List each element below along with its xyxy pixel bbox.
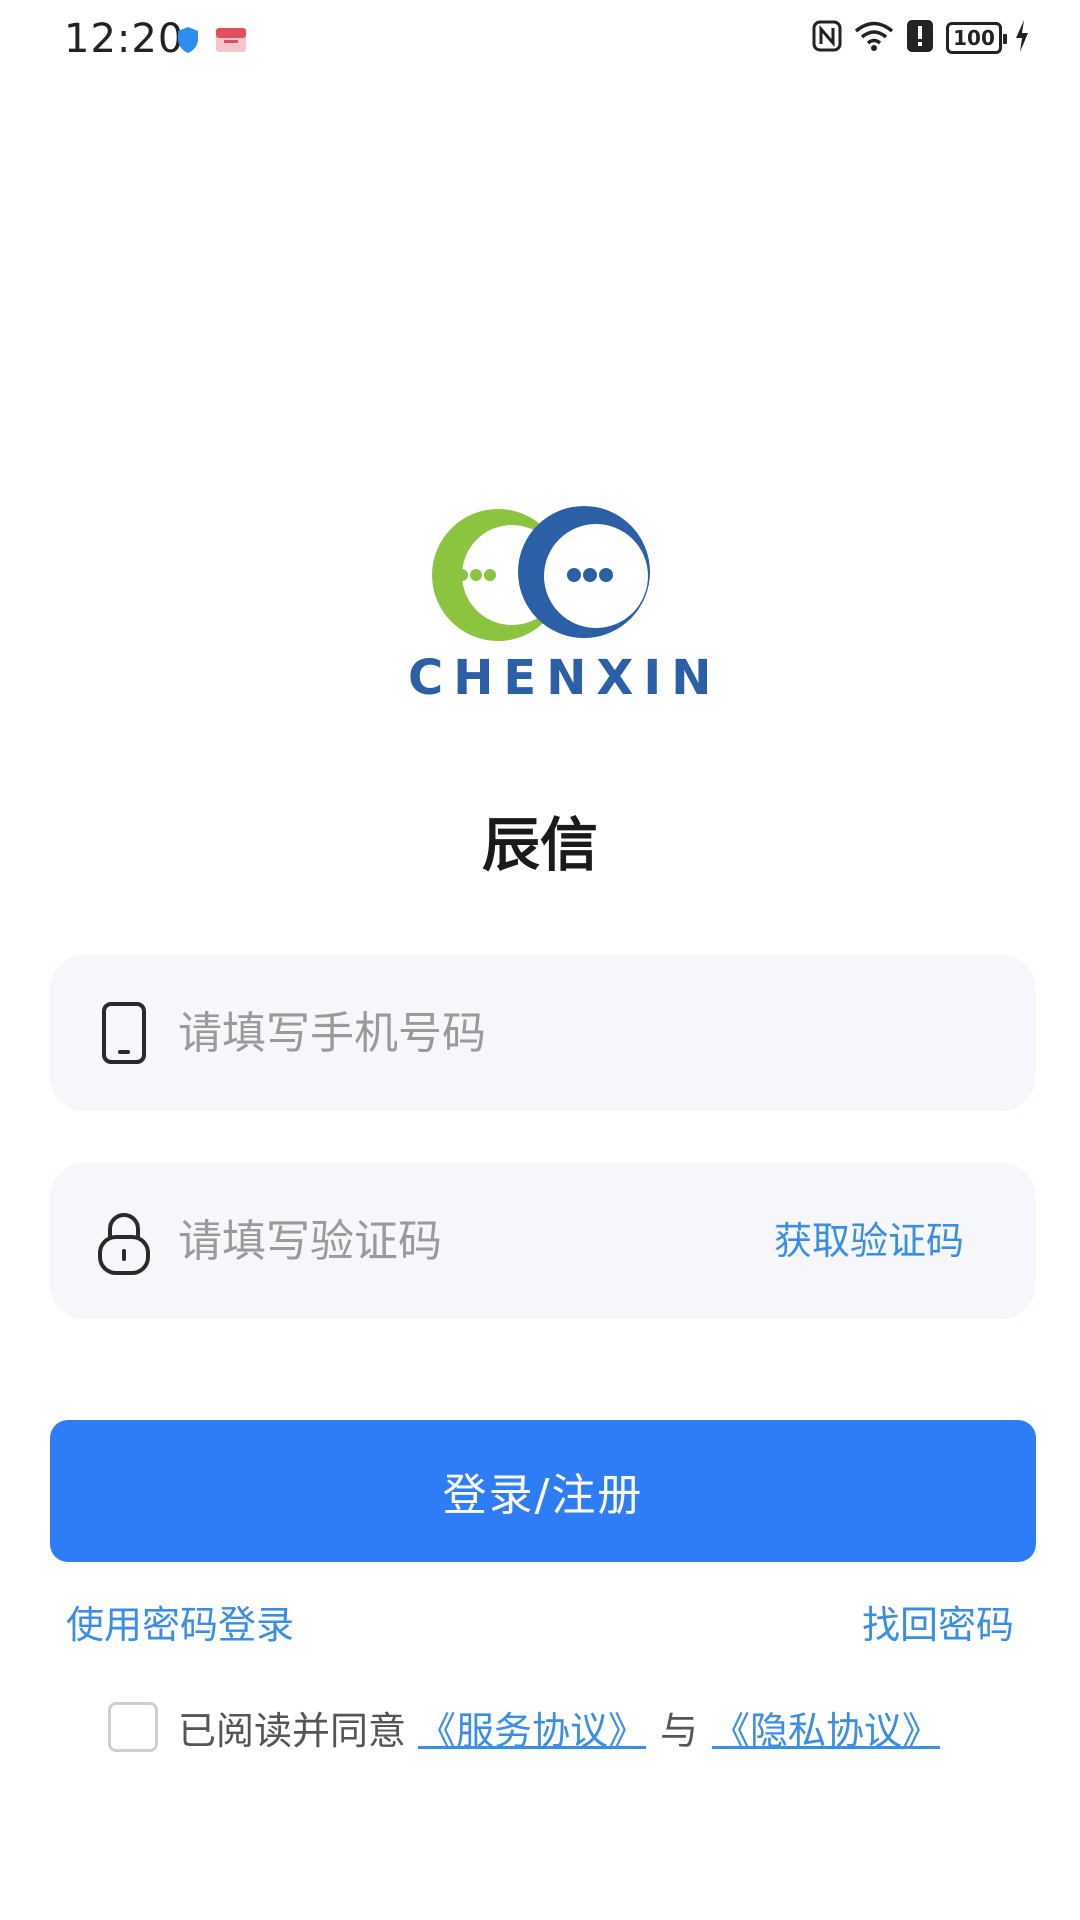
agreement-checkbox[interactable] xyxy=(108,1702,158,1752)
app-notification-icon xyxy=(214,24,248,58)
phone-field[interactable] xyxy=(50,955,1036,1111)
login-screen: 12:20 100 CHENXIN 辰信 请填写手机号码 请填写验证码 获取验证… xyxy=(0,0,1080,1920)
app-logo: CHENXIN xyxy=(408,500,722,710)
nfc-icon xyxy=(812,20,842,56)
battery-level: 100 xyxy=(953,26,995,50)
logo-text: CHENXIN xyxy=(408,650,722,706)
phone-input[interactable] xyxy=(178,955,738,1111)
service-agreement-link[interactable]: 《服务协议》 xyxy=(418,1700,646,1755)
status-time: 12:20 xyxy=(64,16,185,62)
app-name: 辰信 xyxy=(481,811,598,879)
code-input[interactable] xyxy=(178,1163,738,1319)
status-icons: 100 xyxy=(812,18,1030,58)
alert-icon xyxy=(906,19,934,57)
status-bar: 12:20 100 xyxy=(0,0,1080,80)
logo-mark xyxy=(432,506,650,641)
phone-icon xyxy=(96,1001,152,1069)
get-code-button[interactable]: 获取验证码 xyxy=(774,1163,964,1319)
battery-icon: 100 xyxy=(946,22,1007,54)
agreement-conjunction: 与 xyxy=(660,1708,699,1753)
login-register-button[interactable]: 登录/注册 xyxy=(50,1420,1036,1562)
code-field[interactable]: 获取验证码 xyxy=(50,1163,1036,1319)
shield-icon xyxy=(176,26,200,58)
lock-icon xyxy=(96,1209,152,1281)
password-login-link[interactable]: 使用密码登录 xyxy=(66,1594,294,1649)
retrieve-password-link[interactable]: 找回密码 xyxy=(862,1594,1014,1649)
privacy-agreement-link[interactable]: 《隐私协议》 xyxy=(712,1700,940,1755)
agreement-prefix: 已阅读并同意 xyxy=(178,1708,407,1753)
agreement-row: 已阅读并同意 《服务协议》 与 《隐私协议》 xyxy=(108,1700,940,1754)
charging-icon xyxy=(1014,20,1030,56)
wifi-icon xyxy=(854,20,894,56)
